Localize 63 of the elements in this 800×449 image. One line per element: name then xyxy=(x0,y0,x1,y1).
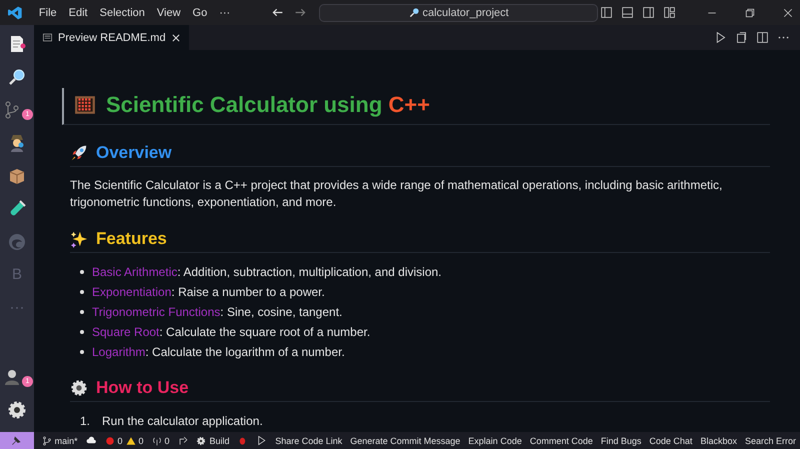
editor-tab[interactable]: Preview README.md xyxy=(34,25,189,50)
menu-item[interactable]: File xyxy=(34,4,62,20)
menu-item[interactable]: Edit xyxy=(64,4,93,20)
status-action[interactable]: Explain Code xyxy=(468,436,522,446)
list-number: 1. xyxy=(80,414,90,428)
secondary-sidebar-icon[interactable] xyxy=(642,6,655,19)
status-action[interactable]: Search Error xyxy=(744,436,796,446)
remote-icon xyxy=(11,435,22,446)
build-button[interactable]: Build xyxy=(196,436,230,446)
status-action[interactable]: Generate Commit Message xyxy=(350,436,460,446)
menu-item[interactable]: Go xyxy=(188,4,212,20)
settings-icon[interactable] xyxy=(7,400,27,420)
layout-icon[interactable] xyxy=(663,6,676,19)
status-action[interactable]: Blackbox xyxy=(700,436,737,446)
status-action[interactable]: Share Code Link xyxy=(275,436,342,446)
list-item: Logarithm: Calculate the logarithm of a number. xyxy=(92,344,345,358)
play-icon[interactable] xyxy=(256,435,268,446)
back-arrow-icon[interactable] xyxy=(271,6,284,19)
status-action[interactable]: Find Bugs xyxy=(600,436,642,446)
error-icon xyxy=(104,436,115,446)
menu-item[interactable]: ··· xyxy=(214,4,236,20)
section-heading: How to Use xyxy=(96,378,189,398)
list-item: Square Root: Calculate the square root of a number. xyxy=(92,324,370,338)
list-item: Basic Arithmetic: Addition, subtraction, multiplication, and division. xyxy=(92,264,442,278)
remote-button[interactable] xyxy=(0,432,34,449)
abacus-icon xyxy=(74,94,96,116)
list-item: Trigonometric Functions: Sine, cosine, tangent. xyxy=(92,304,342,318)
list-item: Run the calculator application. xyxy=(102,414,263,428)
gear-icon xyxy=(70,379,88,397)
paragraph: The Scientific Calculator is a C++ project that provides a wide range of mathematical operations, including basic arithmetic, trigonometric functions, exponentiation, and more. xyxy=(70,177,724,211)
cloud-icon[interactable] xyxy=(86,435,97,446)
list-item: Exponentiation: Raise a number to a power. xyxy=(92,284,325,298)
play-icon[interactable] xyxy=(714,31,727,44)
open-source-icon[interactable] xyxy=(735,31,748,44)
split-editor-icon[interactable] xyxy=(756,31,769,44)
section-heading: Features xyxy=(96,229,167,249)
branch-status[interactable]: main* xyxy=(42,436,78,446)
branch-icon xyxy=(42,436,52,446)
menu-item[interactable]: Selection xyxy=(94,4,150,20)
rocket-icon xyxy=(70,144,88,162)
close-icon[interactable] xyxy=(170,32,181,42)
status-action[interactable]: Code Chat xyxy=(649,436,692,446)
gear-icon xyxy=(196,436,206,446)
restore-icon[interactable] xyxy=(744,6,756,18)
status-action[interactable]: Comment Code xyxy=(530,436,593,446)
preview-icon xyxy=(42,32,53,43)
sidebar-toggle-icon[interactable] xyxy=(600,6,613,19)
menu-item[interactable]: View xyxy=(152,4,186,20)
warning-icon xyxy=(126,436,136,446)
search-field[interactable]: calculator_project xyxy=(319,4,598,22)
forward-arrow-icon[interactable] xyxy=(294,6,308,19)
search-icon[interactable] xyxy=(7,66,27,86)
sparkles-icon xyxy=(70,230,88,248)
share-icon[interactable] xyxy=(178,435,188,446)
panel-toggle-icon[interactable] xyxy=(621,6,634,19)
problems-status[interactable]: 0 0 xyxy=(104,436,144,446)
section-heading: Overview xyxy=(96,143,172,163)
close-icon[interactable] xyxy=(782,6,794,18)
antenna-icon xyxy=(152,436,162,446)
ports-status[interactable]: 0 xyxy=(152,436,170,446)
document-title: Scientific Calculator using C++ xyxy=(106,92,430,118)
search-icon xyxy=(408,7,420,18)
app-logo-icon xyxy=(8,4,23,20)
